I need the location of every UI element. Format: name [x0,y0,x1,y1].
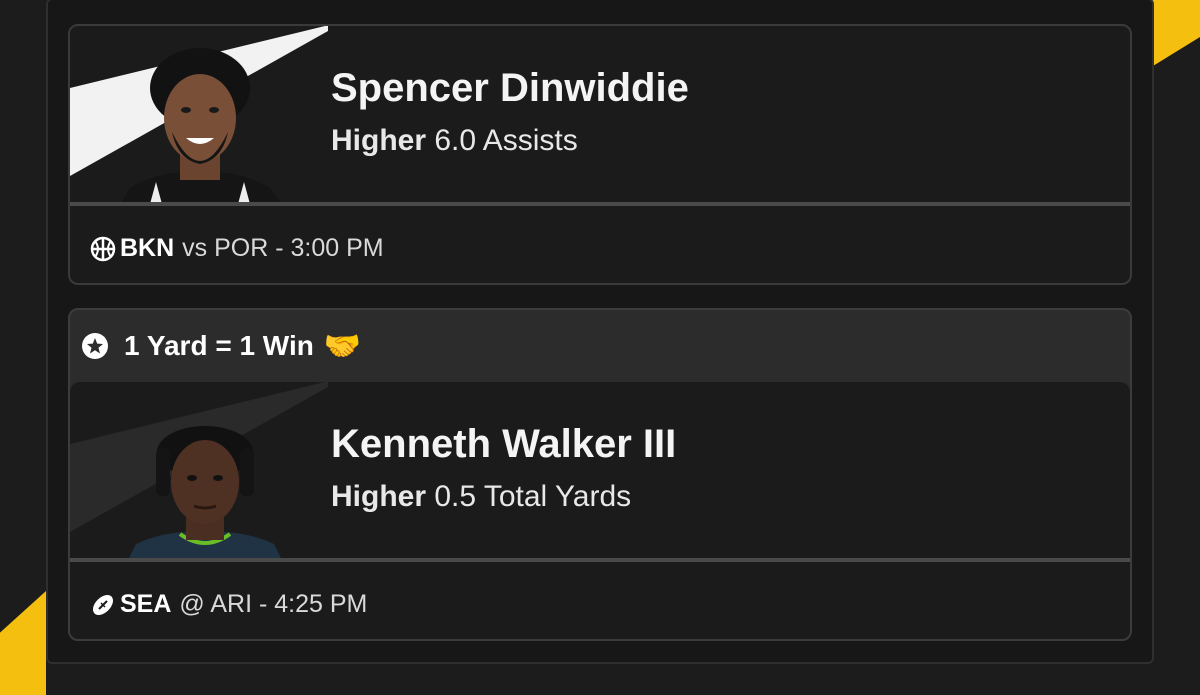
player-name: Kenneth Walker III [331,422,677,466]
player-header: Spencer Dinwiddie Higher 6.0 Assists [70,26,1130,204]
football-icon [92,594,114,615]
pick-direction: Higher [331,480,427,513]
game-info: BKN vs POR - 3:00 PM [90,234,384,263]
pick-stat: 0.5 Total Yards [434,480,632,513]
pick-card-walker[interactable]: 1 Yard = 1 Win 🤝 Kenneth Walker III High… [68,308,1132,641]
handshake-icon: 🤝 [323,329,362,363]
pick-body: Kenneth Walker III Higher 0.5 Total Yard… [70,382,1130,639]
pick-stat: 6.0 Assists [434,124,578,157]
player-avatar [128,426,282,560]
promo-banner[interactable]: 1 Yard = 1 Win 🤝 [70,310,1130,382]
promo-text: 1 Yard = 1 Win [124,330,314,361]
game-info: SEA @ ARI - 4:25 PM [90,590,367,619]
star-icon [82,333,108,359]
pick-direction: Higher [331,124,427,157]
team-abbr: SEA [120,590,172,618]
team-abbr: BKN [120,234,175,262]
player-header: Kenneth Walker III Higher 0.5 Total Yard… [70,382,1130,560]
card-divider [70,202,1130,206]
matchup-time: @ ARI - 4:25 PM [179,590,368,618]
player-name: Spencer Dinwiddie [331,66,689,110]
matchup-time: vs POR - 3:00 PM [182,234,384,262]
pick-line: Higher 0.5 Total Yards [331,480,631,514]
card-divider [70,558,1130,562]
pick-card-dinwiddie[interactable]: Spencer Dinwiddie Higher 6.0 Assists BKN… [68,24,1132,285]
brand-accent-bottom-left [0,591,46,695]
player-avatar [120,48,282,204]
pick-line: Higher 6.0 Assists [331,124,578,158]
basketball-icon [90,236,116,261]
